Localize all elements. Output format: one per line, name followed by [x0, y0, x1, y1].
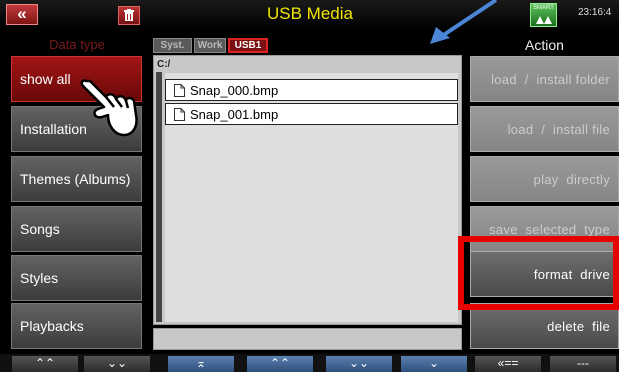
- action-label: save selected type: [489, 221, 610, 237]
- data-type-label: Playbacks: [20, 318, 84, 334]
- clock: 23:16:4: [578, 7, 612, 18]
- file-name: Snap_001.bmp: [190, 106, 279, 122]
- action-label: load / install file: [507, 121, 610, 137]
- load-install-file-button[interactable]: load / install file: [470, 106, 619, 152]
- empty-nav-button[interactable]: ---: [550, 356, 616, 372]
- load-install-folder-button[interactable]: load / install folder: [470, 56, 619, 102]
- tab-usb1[interactable]: USB1: [228, 38, 268, 53]
- data-type-playbacks[interactable]: Playbacks: [11, 303, 142, 349]
- page-title: USB Media: [267, 4, 353, 23]
- page-down-button[interactable]: ⌄⌄: [84, 356, 150, 372]
- action-label: play directly: [533, 171, 610, 187]
- data-type-songs[interactable]: Songs: [11, 206, 142, 252]
- file-name: Snap_000.bmp: [190, 82, 279, 98]
- pointing-hand-icon: [80, 79, 138, 137]
- back-nav-button[interactable]: «==: [475, 356, 541, 372]
- file-icon: [174, 83, 185, 97]
- page-up-button[interactable]: ⌃⌃: [12, 356, 78, 372]
- trash-icon: [124, 9, 134, 21]
- pointer-arrow-icon: [430, 0, 498, 44]
- file-item[interactable]: Snap_001.bmp: [165, 103, 458, 125]
- trash-button[interactable]: [118, 6, 140, 25]
- data-type-label: show all: [20, 71, 71, 87]
- action-label: delete file: [547, 318, 610, 334]
- data-type-label: Songs: [20, 221, 60, 237]
- list-page-up-button[interactable]: ⌃⌃: [247, 356, 313, 372]
- back-button[interactable]: «: [6, 4, 38, 25]
- current-path: C:/: [157, 59, 171, 70]
- data-type-themes[interactable]: Themes (Albums): [11, 156, 142, 202]
- list-down-button[interactable]: ⌄: [401, 356, 467, 372]
- play-directly-button[interactable]: play directly: [470, 156, 619, 202]
- highlight-frame: [458, 236, 619, 310]
- usb-icon: SMART: [530, 3, 557, 27]
- data-type-styles[interactable]: Styles: [11, 255, 142, 301]
- panel-footer: [153, 328, 462, 350]
- file-icon: [174, 107, 185, 121]
- data-type-label: Installation: [20, 121, 87, 137]
- tab-system[interactable]: Syst.: [153, 38, 192, 53]
- tab-work[interactable]: Work: [194, 38, 226, 53]
- data-type-label: Styles: [20, 270, 59, 286]
- usb-icon-label: SMART: [533, 5, 554, 11]
- scrollbar[interactable]: [156, 72, 162, 322]
- list-page-down-button[interactable]: ⌄⌄: [326, 356, 392, 372]
- data-type-label: Themes (Albums): [20, 171, 131, 187]
- file-panel: C:/ Snap_000.bmp Snap_001.bmp: [153, 55, 462, 325]
- list-top-button[interactable]: ⌅: [168, 356, 234, 372]
- action-label: load / install folder: [491, 71, 610, 87]
- data-type-header: Data type: [49, 37, 105, 52]
- file-item[interactable]: Snap_000.bmp: [165, 79, 458, 101]
